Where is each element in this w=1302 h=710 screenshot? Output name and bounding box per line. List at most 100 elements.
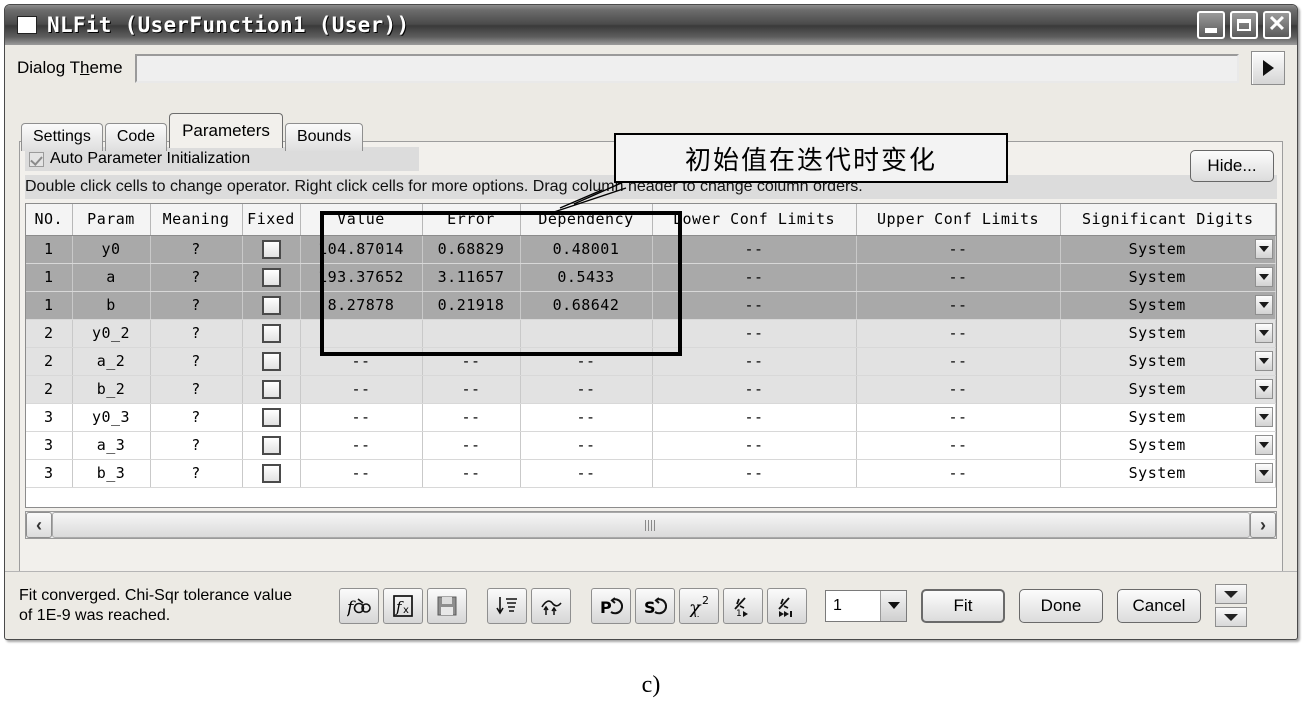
table-row[interactable]: 1 a? 193.37652 3.11657 0.5433 -- -- System bbox=[26, 263, 1276, 292]
table-row[interactable]: 3 b_3? -- -- -- -- -- System bbox=[26, 459, 1276, 488]
cell-error[interactable]: 0.21918 bbox=[422, 291, 521, 320]
significant-digits-dropdown-button[interactable] bbox=[1255, 322, 1273, 343]
spin-down-button-2[interactable] bbox=[1215, 607, 1247, 627]
cell-value[interactable]: -- bbox=[300, 459, 423, 488]
significant-digits-dropdown-button[interactable] bbox=[1255, 406, 1273, 427]
fit-function-button[interactable]: f bbox=[339, 587, 379, 624]
col-header-upper-conf-limits[interactable]: Upper Conf Limits bbox=[856, 204, 1061, 236]
cell-meaning[interactable]: ? bbox=[150, 459, 243, 488]
cell-value[interactable]: -- bbox=[300, 347, 423, 376]
table-row[interactable]: 3 y0_3? -- -- -- -- -- System bbox=[26, 403, 1276, 432]
cell-upper-conf-limit[interactable]: -- bbox=[856, 347, 1061, 376]
cell-fixed[interactable] bbox=[242, 431, 301, 460]
cell-significant-digits[interactable]: System bbox=[1060, 459, 1276, 488]
cell-dependency[interactable]: 0.5433 bbox=[520, 263, 653, 292]
table-row[interactable]: 1 y0? 104.87014 0.68829 0.48001 -- -- System bbox=[26, 235, 1276, 264]
all-iterations-button[interactable] bbox=[767, 587, 807, 624]
cell-meaning[interactable]: ? bbox=[150, 263, 243, 292]
cell-significant-digits[interactable]: System bbox=[1060, 431, 1276, 460]
scroll-left-button[interactable]: ‹ bbox=[26, 512, 52, 538]
cell-meaning[interactable]: ? bbox=[150, 375, 243, 404]
cell-dependency[interactable]: -- bbox=[520, 347, 653, 376]
col-header-lower-conf-limits[interactable]: Lower Conf Limits bbox=[652, 204, 857, 236]
cell-lower-conf-limit[interactable]: -- bbox=[652, 263, 857, 292]
cancel-button[interactable]: Cancel bbox=[1117, 588, 1201, 623]
cell-meaning[interactable]: ? bbox=[150, 347, 243, 376]
col-header-meaning[interactable]: Meaning bbox=[150, 204, 243, 236]
cell-value[interactable]: 8.27878 bbox=[300, 291, 423, 320]
cell-param[interactable]: y0_3 bbox=[72, 403, 151, 432]
cell-error[interactable]: 0.68829 bbox=[422, 235, 521, 264]
fixed-checkbox[interactable] bbox=[261, 323, 281, 343]
cell-lower-conf-limit[interactable]: -- bbox=[652, 347, 857, 376]
tab-parameters[interactable]: Parameters bbox=[169, 113, 283, 148]
cell-upper-conf-limit[interactable]: -- bbox=[856, 291, 1061, 320]
fixed-checkbox[interactable] bbox=[261, 267, 281, 287]
fit-action-button[interactable]: Fit bbox=[921, 588, 1005, 623]
table-row[interactable]: 1 b? 8.27878 0.21918 0.68642 -- -- System bbox=[26, 291, 1276, 320]
col-header-no[interactable]: NO. bbox=[26, 204, 73, 236]
cell-param[interactable]: a_3 bbox=[72, 431, 151, 460]
col-header-error[interactable]: Error bbox=[422, 204, 521, 236]
reset-settings-button[interactable]: S bbox=[635, 587, 675, 624]
close-button[interactable]: ✕ bbox=[1263, 11, 1291, 39]
cell-upper-conf-limit[interactable]: -- bbox=[856, 375, 1061, 404]
cell-dependency[interactable]: -- bbox=[520, 403, 653, 432]
significant-digits-dropdown-button[interactable] bbox=[1255, 378, 1273, 399]
auto-init-checkbox[interactable] bbox=[29, 151, 44, 167]
cell-param[interactable]: b_2 bbox=[72, 375, 151, 404]
cell-meaning[interactable]: ? bbox=[150, 291, 243, 320]
minimize-button[interactable] bbox=[1197, 11, 1225, 39]
cell-lower-conf-limit[interactable]: -- bbox=[652, 431, 857, 460]
done-button[interactable]: Done bbox=[1019, 588, 1103, 623]
cell-no[interactable]: 3 bbox=[26, 403, 73, 432]
cell-no[interactable]: 2 bbox=[26, 319, 73, 348]
table-row[interactable]: 3 a_3? -- -- -- -- -- System bbox=[26, 431, 1276, 460]
maximize-button[interactable] bbox=[1230, 11, 1258, 39]
fixed-checkbox[interactable] bbox=[261, 295, 281, 315]
significant-digits-dropdown-button[interactable] bbox=[1255, 350, 1273, 371]
peak-find-button[interactable] bbox=[531, 587, 571, 624]
cell-no[interactable]: 1 bbox=[26, 291, 73, 320]
cell-upper-conf-limit[interactable]: -- bbox=[856, 431, 1061, 460]
cell-meaning[interactable]: ? bbox=[150, 431, 243, 460]
cell-no[interactable]: 1 bbox=[26, 263, 73, 292]
cell-significant-digits[interactable]: System bbox=[1060, 263, 1276, 292]
iteration-count-combobox[interactable]: 1 bbox=[825, 589, 907, 622]
significant-digits-dropdown-button[interactable] bbox=[1255, 294, 1273, 315]
horizontal-scrollbar[interactable]: ‹ › bbox=[25, 511, 1277, 539]
hide-button[interactable]: Hide... bbox=[1190, 150, 1274, 182]
scrollbar-track[interactable] bbox=[52, 512, 1250, 538]
cell-fixed[interactable] bbox=[242, 375, 301, 404]
chi-square-button[interactable]: χ 2 bbox=[679, 587, 719, 624]
panel-resize-spinner[interactable] bbox=[1215, 584, 1247, 627]
cell-significant-digits[interactable]: System bbox=[1060, 235, 1276, 264]
cell-meaning[interactable]: ? bbox=[150, 235, 243, 264]
fixed-checkbox[interactable] bbox=[261, 463, 281, 483]
fixed-checkbox[interactable] bbox=[261, 239, 281, 259]
cell-fixed[interactable] bbox=[242, 263, 301, 292]
fixed-checkbox[interactable] bbox=[261, 351, 281, 371]
col-header-value[interactable]: Value bbox=[300, 204, 423, 236]
cell-significant-digits[interactable]: System bbox=[1060, 375, 1276, 404]
cell-param[interactable]: y0 bbox=[72, 235, 151, 264]
significant-digits-dropdown-button[interactable] bbox=[1255, 238, 1273, 259]
cell-meaning[interactable]: ? bbox=[150, 319, 243, 348]
fixed-checkbox[interactable] bbox=[261, 407, 281, 427]
cell-no[interactable]: 2 bbox=[26, 375, 73, 404]
col-header-fixed[interactable]: Fixed bbox=[242, 204, 301, 236]
fixed-checkbox[interactable] bbox=[261, 379, 281, 399]
reset-parameters-button[interactable]: P bbox=[591, 587, 631, 624]
cell-no[interactable]: 3 bbox=[26, 459, 73, 488]
cell-error[interactable]: 3.11657 bbox=[422, 263, 521, 292]
cell-error[interactable]: -- bbox=[422, 375, 521, 404]
tab-settings[interactable]: Settings bbox=[21, 123, 103, 151]
cell-value[interactable] bbox=[300, 319, 423, 348]
table-row[interactable]: 2 b_2? -- -- -- -- -- System bbox=[26, 375, 1276, 404]
cell-value[interactable]: 193.37652 bbox=[300, 263, 423, 292]
tab-code[interactable]: Code bbox=[104, 123, 168, 151]
cell-upper-conf-limit[interactable]: -- bbox=[856, 403, 1061, 432]
cell-error[interactable]: -- bbox=[422, 459, 521, 488]
cell-error[interactable]: -- bbox=[422, 347, 521, 376]
significant-digits-dropdown-button[interactable] bbox=[1255, 266, 1273, 287]
